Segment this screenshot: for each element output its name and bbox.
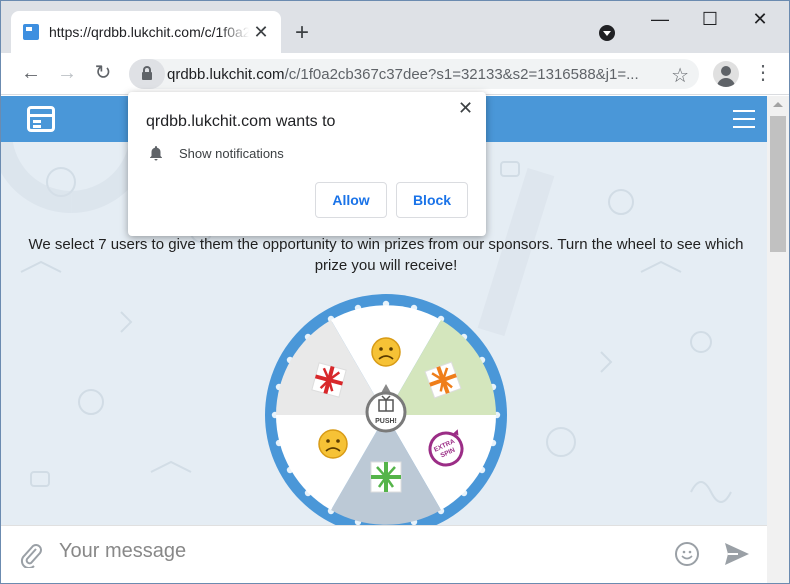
site-logo-icon — [27, 106, 55, 132]
browser-tab[interactable]: https://qrdbb.lukchit.com/c/1f0a2cb367c3… — [11, 11, 281, 53]
sad-face-icon — [371, 337, 401, 367]
reload-button[interactable]: ↻ — [91, 61, 115, 85]
prize-wheel[interactable]: EXTRA SPIN PUSH! — [263, 292, 509, 538]
tab-close-icon[interactable]: ✕ — [253, 22, 269, 43]
profile-avatar[interactable] — [713, 61, 739, 87]
url-text[interactable]: qrdbb.lukchit.com/c/1f0a2cb367c37dee?s1=… — [167, 66, 663, 83]
browser-toolbar: ← → ↻ qrdbb.lukchit.com/c/1f0a2cb367c37d… — [1, 53, 789, 95]
browser-window: https://qrdbb.lukchit.com/c/1f0a2cb367c3… — [0, 0, 790, 584]
permission-text: Show notifications — [179, 146, 284, 161]
close-window-button[interactable]: ✕ — [737, 9, 783, 30]
bell-icon — [150, 146, 162, 161]
new-tab-button[interactable]: + — [295, 21, 309, 45]
paperclip-icon[interactable] — [19, 542, 43, 568]
block-button[interactable]: Block — [396, 182, 468, 218]
chat-bar — [1, 525, 767, 583]
site-favicon-icon — [23, 24, 39, 40]
popup-close-icon[interactable]: ✕ — [458, 98, 473, 119]
lock-icon — [142, 66, 152, 80]
emoji-icon[interactable] — [675, 542, 699, 566]
address-bar[interactable]: qrdbb.lukchit.com/c/1f0a2cb367c37dee?s1=… — [129, 59, 699, 89]
scroll-thumb[interactable] — [770, 116, 786, 252]
allow-button[interactable]: Allow — [315, 182, 387, 218]
site-info-button[interactable] — [129, 59, 165, 89]
maximize-button[interactable]: ☐ — [687, 9, 733, 30]
message-input[interactable] — [59, 540, 559, 563]
promo-headline: We select 7 users to give them the oppor… — [28, 236, 744, 274]
page-scrollbar[interactable] — [767, 96, 789, 583]
forward-button[interactable]: → — [55, 61, 79, 85]
send-icon[interactable] — [723, 540, 751, 568]
minimize-button[interactable]: — — [637, 9, 683, 30]
push-label: PUSH! — [375, 418, 397, 425]
tab-search-icon[interactable] — [599, 25, 615, 41]
popup-title: qrdbb.lukchit.com wants to — [146, 113, 336, 130]
gift-green-icon — [370, 461, 402, 493]
tab-title: https://qrdbb.lukchit.com/c/1f0a2cb367c3… — [49, 24, 249, 40]
back-button[interactable]: ← — [19, 61, 43, 85]
url-host: qrdbb.lukchit.com — [167, 65, 285, 83]
sad-face-icon — [318, 429, 348, 459]
hamburger-menu-icon[interactable] — [733, 110, 755, 128]
browser-menu-icon[interactable]: ⋮ — [753, 61, 773, 85]
bookmark-star-icon[interactable]: ☆ — [671, 63, 689, 88]
tab-strip: https://qrdbb.lukchit.com/c/1f0a2cb367c3… — [1, 1, 789, 53]
url-path: /c/1f0a2cb367c37dee?s1=32133&s2=1316588&… — [284, 65, 639, 83]
scroll-up-arrow-icon[interactable] — [773, 102, 783, 107]
notification-permission-popup: qrdbb.lukchit.com wants to ✕ Show notifi… — [128, 92, 486, 236]
